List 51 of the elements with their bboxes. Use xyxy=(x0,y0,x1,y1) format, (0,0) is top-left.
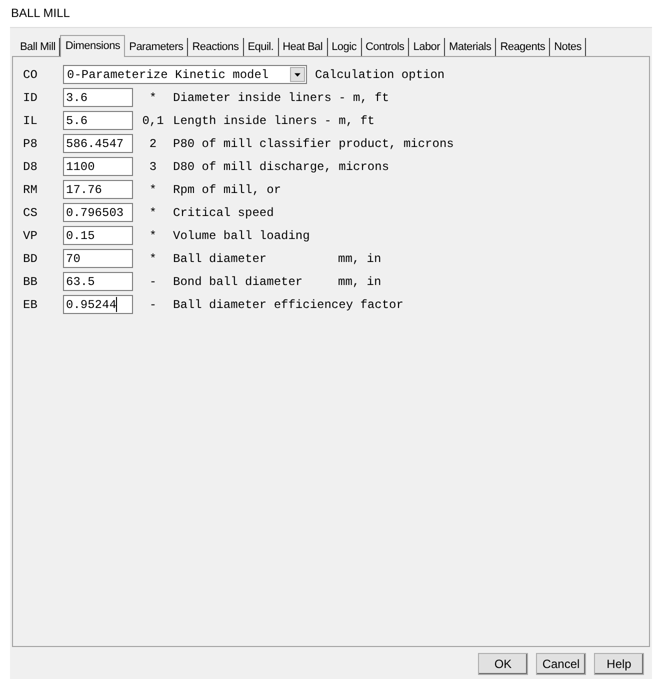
parameter-code: IL xyxy=(22,112,38,130)
description-text: Diameter inside liners - m, ft xyxy=(173,90,390,106)
parameter-code: P8 xyxy=(22,136,38,152)
description-text: Ball diameter efficiencey factor xyxy=(173,296,404,314)
window-title: BALL MILL xyxy=(10,5,71,22)
value-field[interactable]: 0.15 xyxy=(63,226,133,245)
parameter-code: CO xyxy=(22,66,38,84)
description-text: Bond ball diameter xyxy=(173,274,304,290)
description-text: Ball diameter xyxy=(173,250,268,268)
text-cursor xyxy=(116,297,118,312)
marker-text: 3 xyxy=(148,158,158,176)
description-text: P80 of mill classifier product, microns xyxy=(173,136,454,152)
marker-text: - xyxy=(148,274,158,290)
marker-text: * xyxy=(148,182,158,198)
value-field[interactable]: 17.76 xyxy=(63,180,133,199)
value-field[interactable]: 0.796503 xyxy=(63,203,133,222)
marker-text: - xyxy=(148,296,158,314)
calculation-dropdown[interactable]: 0-Parameterize Kinetic model xyxy=(63,65,307,84)
marker-text: 2 xyxy=(148,136,158,152)
value-field[interactable]: 586.4547 xyxy=(63,134,133,153)
description-text: Critical speed xyxy=(173,204,274,222)
value-field[interactable]: 1100 xyxy=(63,157,133,176)
marker-text: * xyxy=(148,250,158,268)
value-field[interactable]: 5.6 xyxy=(63,111,133,130)
description-text: Calculation option xyxy=(315,66,445,84)
description-text: Length inside liners - m, ft xyxy=(173,112,375,130)
description-text: D80 of mill discharge, microns xyxy=(173,158,390,176)
marker-text: * xyxy=(148,90,158,106)
parameter-code: BB xyxy=(22,274,38,290)
value-field[interactable]: 70 xyxy=(63,249,133,268)
parameter-code: BD xyxy=(22,250,38,268)
tab[interactable]: Dimensions xyxy=(60,35,126,57)
parameter-code: VP xyxy=(22,228,38,244)
unit-text: mm, in xyxy=(338,250,382,268)
parameter-code: EB xyxy=(22,296,38,314)
parameter-code: CS xyxy=(22,204,38,222)
parameter-code: ID xyxy=(22,90,38,106)
marker-text: * xyxy=(148,204,158,222)
dialog-button[interactable]: Cancel xyxy=(536,653,586,675)
value-field[interactable]: 63.5 xyxy=(63,272,133,291)
description-text: Volume ball loading xyxy=(173,228,310,244)
value-field[interactable]: 0.95244 xyxy=(63,295,133,314)
parameter-code: RM xyxy=(22,182,38,198)
unit-text: mm, in xyxy=(338,274,382,290)
dialog-button[interactable]: OK xyxy=(478,653,528,675)
description-text: Rpm of mill, or xyxy=(173,182,282,198)
dialog-button[interactable]: Help xyxy=(594,653,644,675)
marker-text: * xyxy=(148,228,158,244)
marker-text: 0,1 xyxy=(141,112,165,130)
parameter-code: D8 xyxy=(22,158,38,176)
value-field[interactable]: 3.6 xyxy=(63,88,133,107)
